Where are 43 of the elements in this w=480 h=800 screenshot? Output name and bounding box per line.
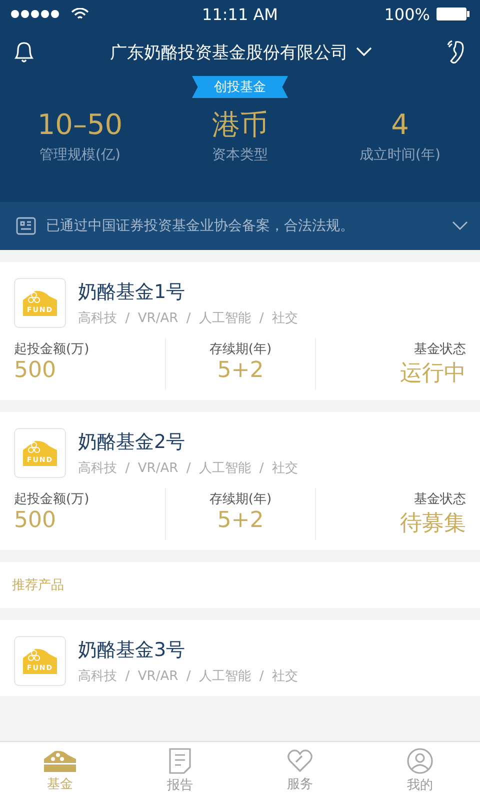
user-icon	[407, 748, 433, 774]
certificate-icon	[16, 216, 36, 235]
stat-label: 基金状态	[414, 490, 466, 508]
stat-value: 500	[14, 508, 56, 533]
status-time: 11:11 AM	[202, 4, 278, 24]
fund-name: 奶酪基金3号	[78, 638, 186, 663]
stat-label: 成立时间(年)	[358, 146, 442, 164]
fund-type-badge: 创投基金	[192, 76, 288, 98]
chevron-down-icon[interactable]	[452, 220, 468, 231]
section-title: 推荐产品	[0, 562, 480, 608]
fund-tags: 高科技 / VR/AR / 人工智能 / 社交	[78, 308, 298, 327]
document-icon	[168, 748, 192, 774]
tab-bar-item[interactable]: 报告	[120, 742, 240, 800]
battery-percent: 100%	[384, 4, 430, 24]
stat-label: 起投金额(万)	[14, 490, 90, 508]
fund-name: 奶酪基金1号	[78, 280, 186, 305]
stat-value: 5+2	[217, 508, 264, 533]
stat-value: 港币	[211, 108, 269, 142]
cheese-icon	[43, 749, 77, 773]
stat-label: 起投金额(万)	[14, 340, 90, 358]
stat-value: 运行中	[400, 360, 466, 388]
stat-label: 基金状态	[414, 340, 466, 358]
tab-bar-item[interactable]: 服务	[240, 742, 360, 800]
heart-icon	[287, 749, 313, 773]
fund-tags: 高科技 / VR/AR / 人工智能 / 社交	[78, 458, 298, 477]
stat-label: 存续期(年)	[209, 340, 272, 358]
wifi-icon	[71, 8, 89, 20]
tab-bar-item[interactable]: 我的	[360, 742, 480, 800]
battery-icon	[436, 7, 470, 21]
bell-icon[interactable]	[12, 40, 36, 64]
stat-label: 存续期(年)	[209, 490, 272, 508]
stat-value: 500	[14, 358, 56, 383]
fund-tags: 高科技 / VR/AR / 人工智能 / 社交	[78, 666, 298, 685]
stat-value: 待募集	[400, 510, 466, 538]
fund-name: 奶酪基金2号	[78, 430, 186, 455]
stat-label: 资本类型	[211, 146, 269, 164]
stat-label: 管理规模(亿)	[38, 146, 122, 164]
company-title[interactable]: 广东奶酪投资基金股份有限公司	[110, 40, 348, 64]
stat-value: 4	[390, 108, 410, 142]
stat-value: 5+2	[217, 358, 264, 383]
notice-text: 已通过中国证券投资基金业协会备案，合法法规。	[46, 216, 355, 235]
stat-value: 10–50	[36, 108, 124, 142]
notice-bar[interactable]: 已通过中国证券投资基金业协会备案，合法法规。	[0, 202, 480, 250]
